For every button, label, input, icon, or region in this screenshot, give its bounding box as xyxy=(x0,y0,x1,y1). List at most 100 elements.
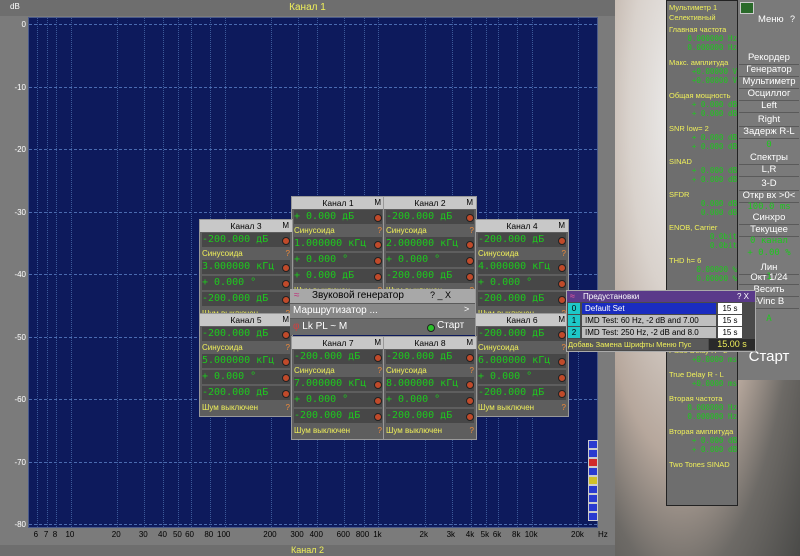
channel-header[interactable]: Канал 4 xyxy=(476,220,568,232)
control-item[interactable]: L,R xyxy=(739,164,799,177)
help-icon[interactable]: ? xyxy=(470,226,474,235)
channel-mode[interactable]: M xyxy=(282,314,289,326)
channel-header[interactable]: Канал 1 xyxy=(292,197,384,209)
channel-amplitude[interactable]: -200.000 дБ xyxy=(202,292,290,306)
phase-knob-icon[interactable] xyxy=(558,374,566,382)
noise-select[interactable]: Шум выключен xyxy=(386,426,474,436)
level-knob-icon[interactable] xyxy=(558,331,566,339)
frequency-knob-icon[interactable] xyxy=(558,264,566,272)
level-knob-icon[interactable] xyxy=(282,237,290,245)
channel-frequency[interactable]: 7.000000 кГц xyxy=(294,377,382,391)
generator-start-button[interactable]: Старт xyxy=(437,320,464,331)
help-icon[interactable]: ? xyxy=(286,249,290,258)
phase-knob-icon[interactable] xyxy=(466,397,474,405)
meter-label[interactable]: THD h= 6 xyxy=(669,256,737,265)
trace-color-swatch[interactable] xyxy=(588,494,598,503)
amplitude-knob-icon[interactable] xyxy=(282,296,290,304)
channel-phase[interactable]: + 0.000 ° xyxy=(202,276,290,290)
channel-frequency[interactable]: 6.000000 кГц xyxy=(478,354,566,368)
trace-color-swatch[interactable] xyxy=(588,467,598,476)
channel-amplitude[interactable]: -200.000 дБ xyxy=(478,386,566,400)
level-knob-icon[interactable] xyxy=(374,354,382,362)
meter-label[interactable]: Two Tones SINAD xyxy=(669,460,737,469)
waveform-select[interactable]: Синусоида xyxy=(202,343,290,353)
amplitude-knob-icon[interactable] xyxy=(558,390,566,398)
meter-label[interactable]: Общая мощность xyxy=(669,91,737,100)
channel-phase[interactable]: + 0.000 ° xyxy=(202,370,290,384)
phase-knob-icon[interactable] xyxy=(374,257,382,265)
phase-knob-icon[interactable] xyxy=(558,280,566,288)
help-button[interactable]: ? xyxy=(790,14,795,24)
help-icon[interactable]: ? xyxy=(470,426,474,435)
waveform-select[interactable]: Синусоида xyxy=(386,366,474,376)
channel-mode[interactable]: M xyxy=(466,337,473,349)
preset-row[interactable]: 2 IMD Test: 250 Hz, -2 dB and 8.0 15 s xyxy=(568,327,755,338)
meter-label[interactable]: Макс. амплитуда xyxy=(669,58,737,67)
phase-knob-icon[interactable] xyxy=(282,280,290,288)
channel-mode[interactable]: M xyxy=(374,337,381,349)
channel-amplitude[interactable]: -200.000 дБ xyxy=(386,269,474,283)
noise-select[interactable]: Шум выключен xyxy=(294,426,382,436)
channel-level[interactable]: -200.000 дБ xyxy=(294,350,382,364)
trace-color-swatch[interactable] xyxy=(588,476,598,485)
trace-color-swatch[interactable] xyxy=(588,449,598,458)
meter-label[interactable]: SNR low= 2 xyxy=(669,124,737,133)
channel-header[interactable]: Канал 3 xyxy=(200,220,292,232)
noise-select[interactable]: Шум выключен xyxy=(202,403,290,413)
control-item[interactable]: Left xyxy=(739,100,799,113)
channel-level[interactable]: -200.000 дБ xyxy=(478,233,566,247)
meter-label[interactable]: True Delay R - L xyxy=(669,370,737,379)
channel-mode[interactable]: M xyxy=(558,220,565,232)
channel-frequency[interactable]: 1.000000 кГц xyxy=(294,237,382,251)
channel-amplitude[interactable]: -200.000 дБ xyxy=(478,292,566,306)
frequency-knob-icon[interactable] xyxy=(282,358,290,366)
amplitude-knob-icon[interactable] xyxy=(282,390,290,398)
trace-color-swatch[interactable] xyxy=(588,503,598,512)
amplitude-knob-icon[interactable] xyxy=(374,273,382,281)
frequency-knob-icon[interactable] xyxy=(466,241,474,249)
channel-phase[interactable]: + 0.000 ° xyxy=(386,393,474,407)
amplitude-knob-icon[interactable] xyxy=(558,296,566,304)
trace-color-swatch[interactable] xyxy=(588,458,598,467)
channel-header[interactable]: Канал 2 xyxy=(384,197,476,209)
channel-header[interactable]: Канал 8 xyxy=(384,337,476,349)
frequency-knob-icon[interactable] xyxy=(466,381,474,389)
help-icon[interactable]: ? xyxy=(562,249,566,258)
preset-row[interactable]: 1 IMD Test: 60 Hz, -2 dB and 7.00 15 s xyxy=(568,315,755,326)
channel-phase[interactable]: + 0.000 ° xyxy=(386,253,474,267)
help-icon[interactable]: ? xyxy=(378,366,382,375)
preset-name[interactable]: Default Set xyxy=(582,303,716,314)
channel-frequency[interactable]: 2.000000 кГц xyxy=(386,237,474,251)
level-knob-icon[interactable] xyxy=(374,214,382,222)
level-knob-icon[interactable] xyxy=(558,237,566,245)
channel-frequency[interactable]: 8.000000 кГц xyxy=(386,377,474,391)
waveform-select[interactable]: Синусоида xyxy=(294,366,382,376)
control-item[interactable]: Задерж R-L xyxy=(739,126,799,139)
trace-color-swatch[interactable] xyxy=(588,512,598,521)
channel-phase[interactable]: + 0.000 ° xyxy=(478,276,566,290)
trace-color-swatch[interactable] xyxy=(588,485,598,494)
channel-phase[interactable]: + 0.000 ° xyxy=(294,253,382,267)
level-knob-icon[interactable] xyxy=(466,354,474,362)
channel-mode[interactable]: M xyxy=(558,314,565,326)
meter-label[interactable]: ENOB, Carrier xyxy=(669,223,737,232)
channel-frequency[interactable]: 3.000000 кГц xyxy=(202,260,290,274)
router-menu[interactable]: Маршрутизатор ... xyxy=(290,304,475,318)
channel-level[interactable]: -200.000 дБ xyxy=(202,327,290,341)
channel-amplitude[interactable]: -200.000 дБ xyxy=(386,409,474,423)
waveform-select[interactable]: Синусоида xyxy=(386,226,474,236)
window-controls[interactable]: ? X xyxy=(737,291,749,302)
frequency-knob-icon[interactable] xyxy=(374,381,382,389)
channel-level[interactable]: -200.000 дБ xyxy=(202,233,290,247)
meter-label[interactable]: Главная частота xyxy=(669,25,737,34)
meter-label[interactable]: SINAD xyxy=(669,157,737,166)
channel-level[interactable]: + 0.000 дБ xyxy=(294,210,382,224)
help-icon[interactable]: ? xyxy=(562,403,566,412)
trace-color-swatch[interactable] xyxy=(588,440,598,449)
presets-footer-actions[interactable]: Добавь Замена Шрифты Меню Пус xyxy=(568,339,708,350)
channel-phase[interactable]: + 0.000 ° xyxy=(478,370,566,384)
channel-header[interactable]: Канал 5 xyxy=(200,314,292,326)
help-icon[interactable]: ? xyxy=(286,343,290,352)
waveform-select[interactable]: Синусоида xyxy=(478,343,566,353)
meter-label[interactable]: SFDR xyxy=(669,190,737,199)
